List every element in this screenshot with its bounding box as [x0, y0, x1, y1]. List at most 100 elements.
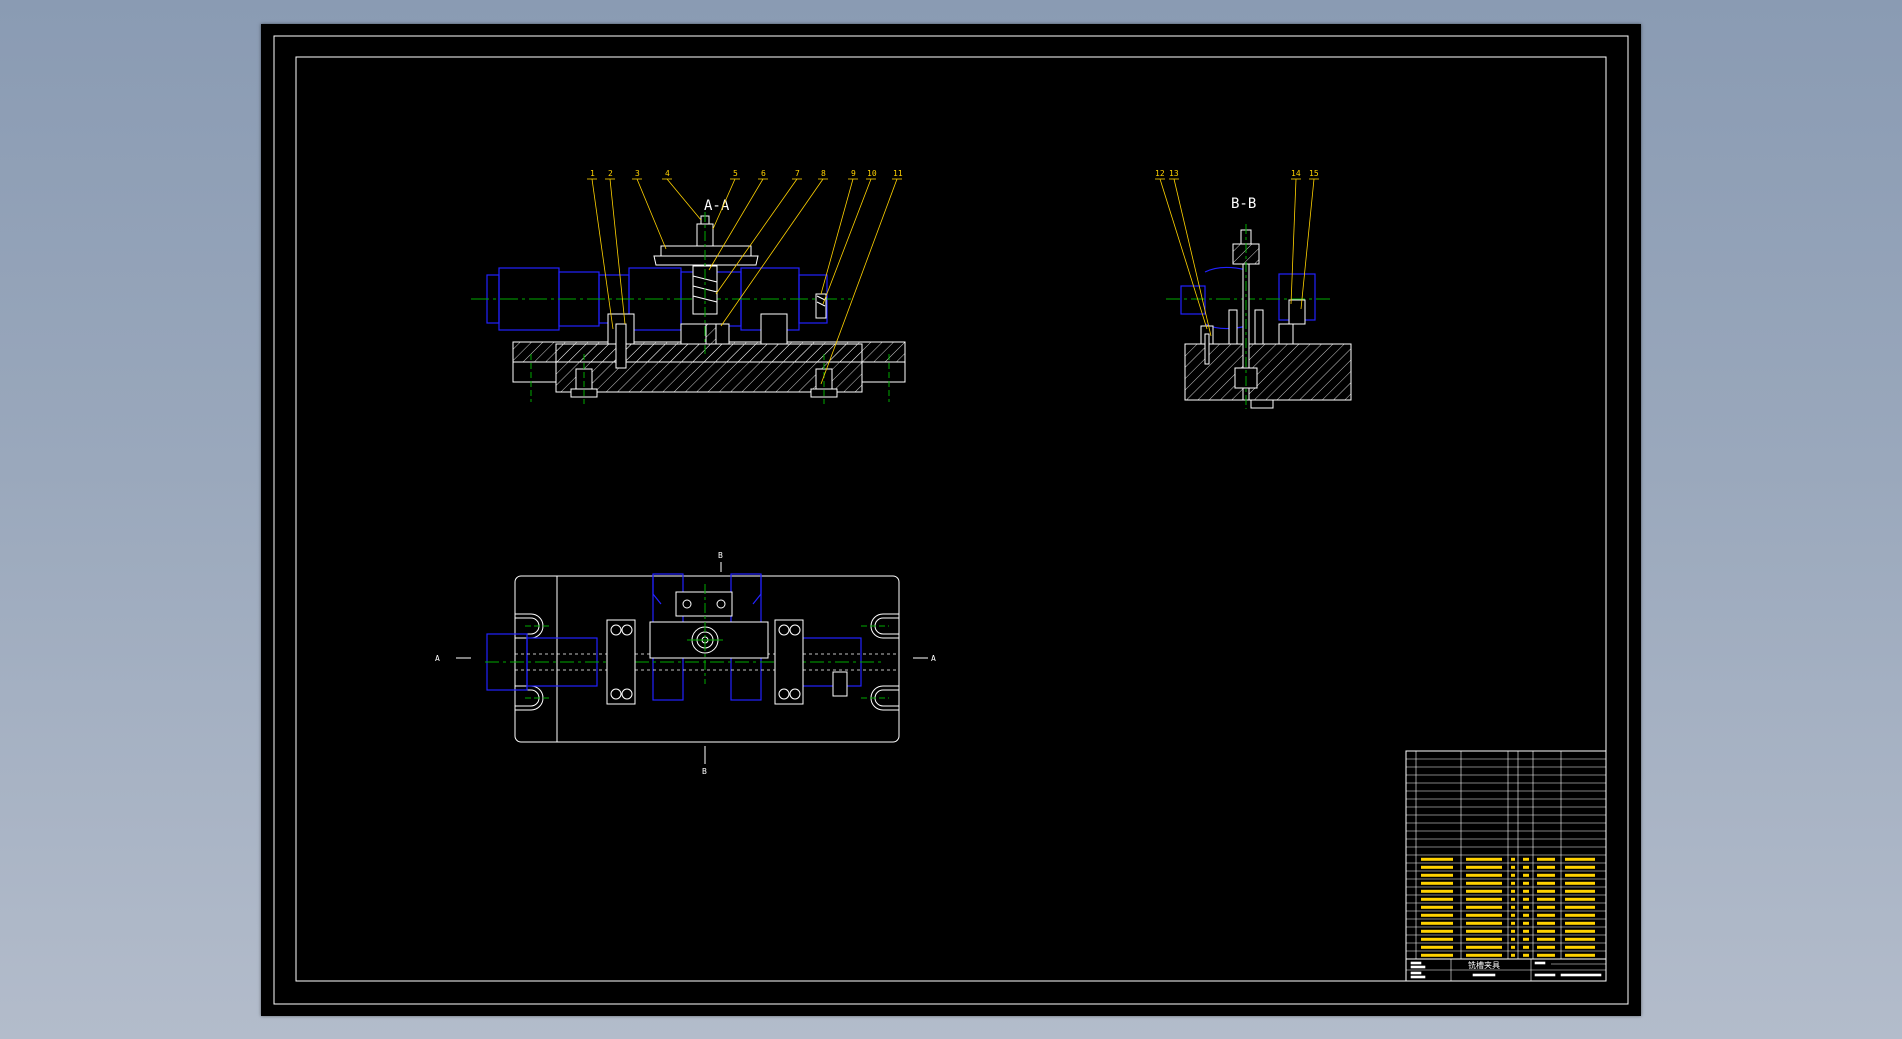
drawing-sheet: A-A 1 2 3 4 5 6 7 8 9 10 11 B-B 12 13 14…	[261, 24, 1641, 1016]
top-view: A A B B	[435, 551, 936, 776]
parts-entry-mark	[1466, 881, 1502, 885]
parts-entry-mark	[1537, 881, 1555, 885]
parts-entry-mark	[1511, 929, 1515, 933]
bb-callout-numbers: 12 13 14 15	[1155, 169, 1319, 178]
parts-entry-mark	[1537, 857, 1555, 861]
callout-9: 9	[851, 169, 856, 178]
parts-entry-mark	[1565, 945, 1595, 949]
parts-entry-mark	[1466, 929, 1502, 933]
title-block: 铣槽夹具	[1405, 750, 1607, 982]
parts-entry-mark	[1511, 889, 1515, 893]
parts-entry-mark	[1523, 865, 1529, 869]
callout-14: 14	[1291, 169, 1301, 178]
parts-entry-mark	[1523, 881, 1529, 885]
parts-entry-mark	[1421, 881, 1453, 885]
callout-1: 1	[590, 169, 595, 178]
parts-entry-mark	[1523, 953, 1529, 957]
parts-entry-mark	[1565, 921, 1595, 925]
aa-clamp-assembly	[653, 215, 759, 345]
parts-entry-mark	[1421, 897, 1453, 901]
parts-entry-mark	[1523, 945, 1529, 949]
callout-7: 7	[795, 169, 800, 178]
parts-entry-mark	[1421, 929, 1453, 933]
parts-entry-mark	[1511, 897, 1515, 901]
parts-entry-mark	[1421, 905, 1453, 909]
callout-4: 4	[665, 169, 670, 178]
parts-entry-mark	[1466, 937, 1502, 941]
parts-entry-mark	[1421, 889, 1453, 893]
parts-entry-mark	[1523, 897, 1529, 901]
parts-entry-mark	[1421, 921, 1453, 925]
parts-entry-mark	[1565, 953, 1595, 957]
parts-entry-mark	[1466, 873, 1502, 877]
callout-5: 5	[733, 169, 738, 178]
cut-marker-b-top: B	[718, 551, 723, 560]
parts-entry-mark	[1421, 937, 1453, 941]
parts-entry-mark	[1565, 889, 1595, 893]
callout-2: 2	[608, 169, 613, 178]
parts-entry-mark	[1565, 929, 1595, 933]
parts-entry-mark	[1421, 945, 1453, 949]
parts-entry-mark	[1523, 913, 1529, 917]
callout-13: 13	[1169, 169, 1179, 178]
parts-entry-mark	[1537, 913, 1555, 917]
parts-entry-mark	[1421, 913, 1453, 917]
callout-3: 3	[635, 169, 640, 178]
parts-entry-mark	[1523, 929, 1529, 933]
cad-viewport[interactable]: A-A 1 2 3 4 5 6 7 8 9 10 11 B-B 12 13 14…	[0, 0, 1902, 1039]
parts-entry-mark	[1523, 937, 1529, 941]
parts-entry-mark	[1466, 945, 1502, 949]
callout-8: 8	[821, 169, 826, 178]
aa-callout-numbers: 1 2 3 4 5 6 7 8 9 10 11	[590, 169, 903, 178]
callout-10: 10	[867, 169, 877, 178]
parts-entry-mark	[1466, 897, 1502, 901]
section-aa-view: A-A 1 2 3 4 5 6 7 8 9 10 11	[471, 169, 906, 404]
callout-11: 11	[893, 169, 903, 178]
parts-entry-mark	[1511, 873, 1515, 877]
cut-marker-b-bottom: B	[702, 767, 707, 776]
parts-entry-mark	[1511, 905, 1515, 909]
drawing-title: 铣槽夹具	[1468, 960, 1500, 970]
parts-entry-mark	[1511, 913, 1515, 917]
callout-6: 6	[761, 169, 766, 178]
aa-locator-pin	[815, 293, 827, 319]
parts-entry-mark	[1537, 905, 1555, 909]
parts-entry-mark	[1537, 929, 1555, 933]
parts-entry-mark	[1565, 881, 1595, 885]
parts-entry-mark	[1421, 857, 1453, 861]
parts-entry-mark	[1565, 905, 1595, 909]
parts-entry-mark	[1511, 937, 1515, 941]
parts-entry-mark	[1537, 865, 1555, 869]
parts-entry-mark	[1511, 953, 1515, 957]
parts-entry-mark	[1466, 905, 1502, 909]
parts-entry-mark	[1511, 881, 1515, 885]
top-clamp-blocks	[606, 591, 848, 705]
parts-entry-mark	[1511, 921, 1515, 925]
callout-15: 15	[1309, 169, 1319, 178]
parts-entry-mark	[1523, 857, 1529, 861]
parts-entry-mark	[1537, 945, 1555, 949]
callout-12: 12	[1155, 169, 1165, 178]
parts-entry-mark	[1565, 897, 1595, 901]
parts-entry-mark	[1523, 921, 1529, 925]
section-bb-label: B-B	[1231, 196, 1256, 212]
parts-entry-mark	[1523, 873, 1529, 877]
section-bb-view: B-B 12 13 14 15	[1155, 169, 1352, 409]
parts-entry-mark	[1537, 953, 1555, 957]
drawing-canvas: A-A 1 2 3 4 5 6 7 8 9 10 11 B-B 12 13 14…	[273, 35, 1629, 1005]
parts-entry-mark	[1421, 865, 1453, 869]
parts-entry-mark	[1537, 889, 1555, 893]
cut-marker-a-right: A	[931, 654, 936, 663]
parts-entry-mark	[1537, 897, 1555, 901]
parts-entry-mark	[1466, 921, 1502, 925]
parts-entry-mark	[1421, 953, 1453, 957]
parts-entry-mark	[1523, 905, 1529, 909]
parts-entry-mark	[1565, 913, 1595, 917]
parts-entry-mark	[1537, 873, 1555, 877]
parts-entry-mark	[1565, 865, 1595, 869]
parts-entry-mark	[1537, 937, 1555, 941]
parts-entry-mark	[1511, 857, 1515, 861]
parts-entry-mark	[1421, 873, 1453, 877]
parts-entry-mark	[1466, 913, 1502, 917]
parts-entry-mark	[1565, 857, 1595, 861]
